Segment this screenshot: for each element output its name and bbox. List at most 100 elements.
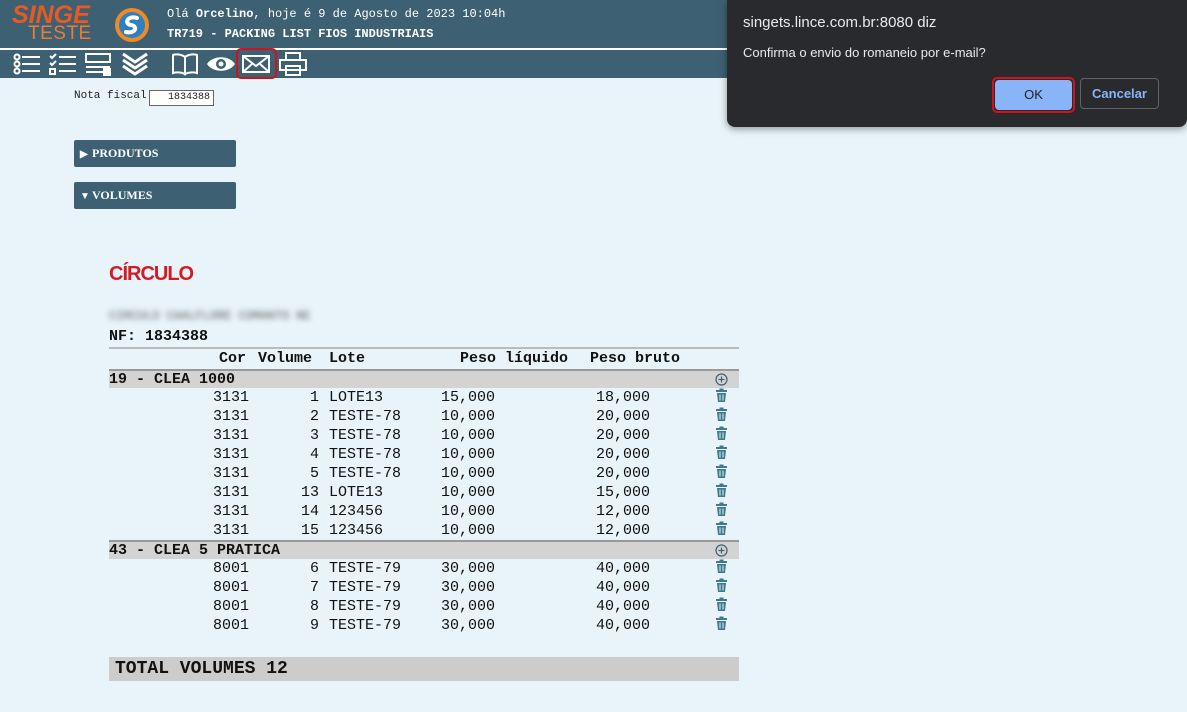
trash-icon[interactable] bbox=[715, 407, 728, 422]
table-row: 8001 6 TESTE-79 30,000 40,000 bbox=[109, 559, 739, 578]
company-subtitle-blurred: CIRCULO CAALFLORE COMANTO NE bbox=[109, 309, 311, 323]
table-row: 3131 3 TESTE-78 10,000 20,000 bbox=[109, 426, 739, 445]
form-icon[interactable] bbox=[84, 51, 114, 77]
add-volume-icon[interactable] bbox=[715, 544, 728, 557]
cell-cor: 3131 bbox=[212, 484, 249, 501]
cell-volume: 8 bbox=[309, 598, 319, 615]
trash-icon[interactable] bbox=[715, 445, 728, 460]
cell-cor: 8001 bbox=[212, 579, 249, 596]
cell-cor: 3131 bbox=[212, 389, 249, 406]
nota-fiscal-input[interactable]: 1834388 bbox=[149, 90, 214, 106]
cell-peso-liquido: 30,000 bbox=[440, 560, 495, 577]
cell-peso-liquido: 30,000 bbox=[440, 598, 495, 615]
cell-volume: 6 bbox=[309, 560, 319, 577]
printer-icon[interactable] bbox=[278, 51, 308, 77]
trash-icon[interactable] bbox=[715, 502, 728, 517]
cell-peso-bruto: 18,000 bbox=[595, 389, 650, 406]
table-row: 3131 5 TESTE-78 10,000 20,000 bbox=[109, 464, 739, 483]
volumes-label: VOLUMES bbox=[92, 188, 153, 202]
table-row: 8001 7 TESTE-79 30,000 40,000 bbox=[109, 578, 739, 597]
cell-lote: LOTE13 bbox=[329, 484, 384, 501]
logo-teste-text: TESTE bbox=[28, 23, 92, 44]
add-volume-icon[interactable] bbox=[715, 373, 728, 386]
table-row: 3131 4 TESTE-78 10,000 20,000 bbox=[109, 445, 739, 464]
user-name: Orcelino bbox=[195, 7, 254, 21]
eye-icon[interactable] bbox=[206, 51, 236, 77]
group-label: 43 - CLEA 5 PRATICA bbox=[109, 542, 281, 559]
group-header-row: 19 - CLEA 1000 bbox=[109, 369, 739, 388]
cell-cor: 3131 bbox=[212, 446, 249, 463]
cell-volume: 9 bbox=[309, 617, 319, 634]
cell-volume: 2 bbox=[309, 408, 319, 425]
cancel-button[interactable]: Cancelar bbox=[1080, 78, 1159, 109]
produtos-label: PRODUTOS bbox=[92, 146, 159, 160]
col-lote: Lote bbox=[329, 350, 366, 367]
table-row: 3131 13 LOTE13 10,000 15,000 bbox=[109, 483, 739, 502]
cell-cor: 3131 bbox=[212, 408, 249, 425]
book-icon[interactable] bbox=[170, 51, 200, 77]
cell-cor: 8001 bbox=[212, 598, 249, 615]
table-header: Cor Volume Lote Peso líquido Peso bruto bbox=[109, 347, 739, 369]
list-icon[interactable] bbox=[12, 51, 42, 77]
trash-icon[interactable] bbox=[715, 464, 728, 479]
checklist-icon[interactable] bbox=[48, 51, 78, 77]
table-row: 8001 8 TESTE-79 30,000 40,000 bbox=[109, 597, 739, 616]
greeting-suffix: , hoje é 9 de Agosto de 2023 10:04h bbox=[253, 7, 506, 21]
trash-icon[interactable] bbox=[715, 388, 728, 403]
volumes-section-toggle[interactable]: ▼ VOLUMES bbox=[74, 182, 236, 209]
nota-fiscal-label: Nota fiscal bbox=[74, 90, 147, 102]
email-highlight-frame bbox=[236, 48, 277, 79]
ok-button[interactable]: OK bbox=[995, 80, 1072, 110]
cell-peso-liquido: 30,000 bbox=[440, 617, 495, 634]
cell-peso-liquido: 10,000 bbox=[440, 503, 495, 520]
volumes-table: Cor Volume Lote Peso líquido Peso bruto … bbox=[109, 347, 739, 635]
cell-peso-liquido: 10,000 bbox=[440, 427, 495, 444]
cell-peso-liquido: 15,000 bbox=[440, 389, 495, 406]
dialog-message: Confirma o envio do romaneio por e-mail? bbox=[743, 45, 986, 60]
total-volumes: TOTAL VOLUMES 12 bbox=[109, 657, 739, 681]
cell-volume: 14 bbox=[300, 503, 319, 520]
trash-icon[interactable] bbox=[715, 483, 728, 498]
cell-peso-bruto: 40,000 bbox=[595, 598, 650, 615]
cell-lote: TESTE-79 bbox=[329, 617, 402, 634]
table-row: 8001 9 TESTE-79 30,000 40,000 bbox=[109, 616, 739, 635]
expanded-arrow-icon: ▼ bbox=[80, 191, 90, 202]
cell-lote: TESTE-78 bbox=[329, 408, 402, 425]
cell-cor: 8001 bbox=[212, 560, 249, 577]
cell-cor: 3131 bbox=[212, 427, 249, 444]
cell-peso-liquido: 10,000 bbox=[440, 522, 495, 539]
collapsed-arrow-icon: ▶ bbox=[80, 149, 88, 160]
cell-volume: 5 bbox=[309, 465, 319, 482]
cell-volume: 13 bbox=[300, 484, 319, 501]
produtos-section-toggle[interactable]: ▶ PRODUTOS bbox=[74, 140, 236, 167]
dialog-title: singets.lince.com.br:8080 diz bbox=[743, 14, 937, 31]
cell-peso-bruto: 20,000 bbox=[595, 408, 650, 425]
trash-icon[interactable] bbox=[715, 559, 728, 574]
cell-peso-bruto: 20,000 bbox=[595, 446, 650, 463]
cell-peso-liquido: 30,000 bbox=[440, 579, 495, 596]
confirm-dialog: singets.lince.com.br:8080 diz Confirma o… bbox=[727, 0, 1187, 127]
trash-icon[interactable] bbox=[715, 521, 728, 536]
cell-peso-bruto: 20,000 bbox=[595, 465, 650, 482]
cell-lote: TESTE-79 bbox=[329, 579, 402, 596]
cell-peso-bruto: 20,000 bbox=[595, 427, 650, 444]
table-row: 3131 1 LOTE13 15,000 18,000 bbox=[109, 388, 739, 407]
trash-icon[interactable] bbox=[715, 616, 728, 631]
cell-lote: TESTE-79 bbox=[329, 598, 402, 615]
trash-icon[interactable] bbox=[715, 597, 728, 612]
trash-icon[interactable] bbox=[715, 578, 728, 593]
cell-peso-liquido: 10,000 bbox=[440, 446, 495, 463]
cell-peso-bruto: 40,000 bbox=[595, 617, 650, 634]
cell-lote: TESTE-78 bbox=[329, 446, 402, 463]
cell-peso-bruto: 40,000 bbox=[595, 560, 650, 577]
group-label: 19 - CLEA 1000 bbox=[109, 371, 236, 388]
cell-lote: LOTE13 bbox=[329, 389, 384, 406]
chevrons-down-icon[interactable] bbox=[120, 51, 150, 77]
greeting-prefix: Olá bbox=[167, 7, 196, 21]
trash-icon[interactable] bbox=[715, 426, 728, 441]
table-row: 3131 14 123456 10,000 12,000 bbox=[109, 502, 739, 521]
cell-lote: 123456 bbox=[329, 522, 384, 539]
table-row: 3131 2 TESTE-78 10,000 20,000 bbox=[109, 407, 739, 426]
cell-volume: 3 bbox=[309, 427, 319, 444]
cell-volume: 15 bbox=[300, 522, 319, 539]
